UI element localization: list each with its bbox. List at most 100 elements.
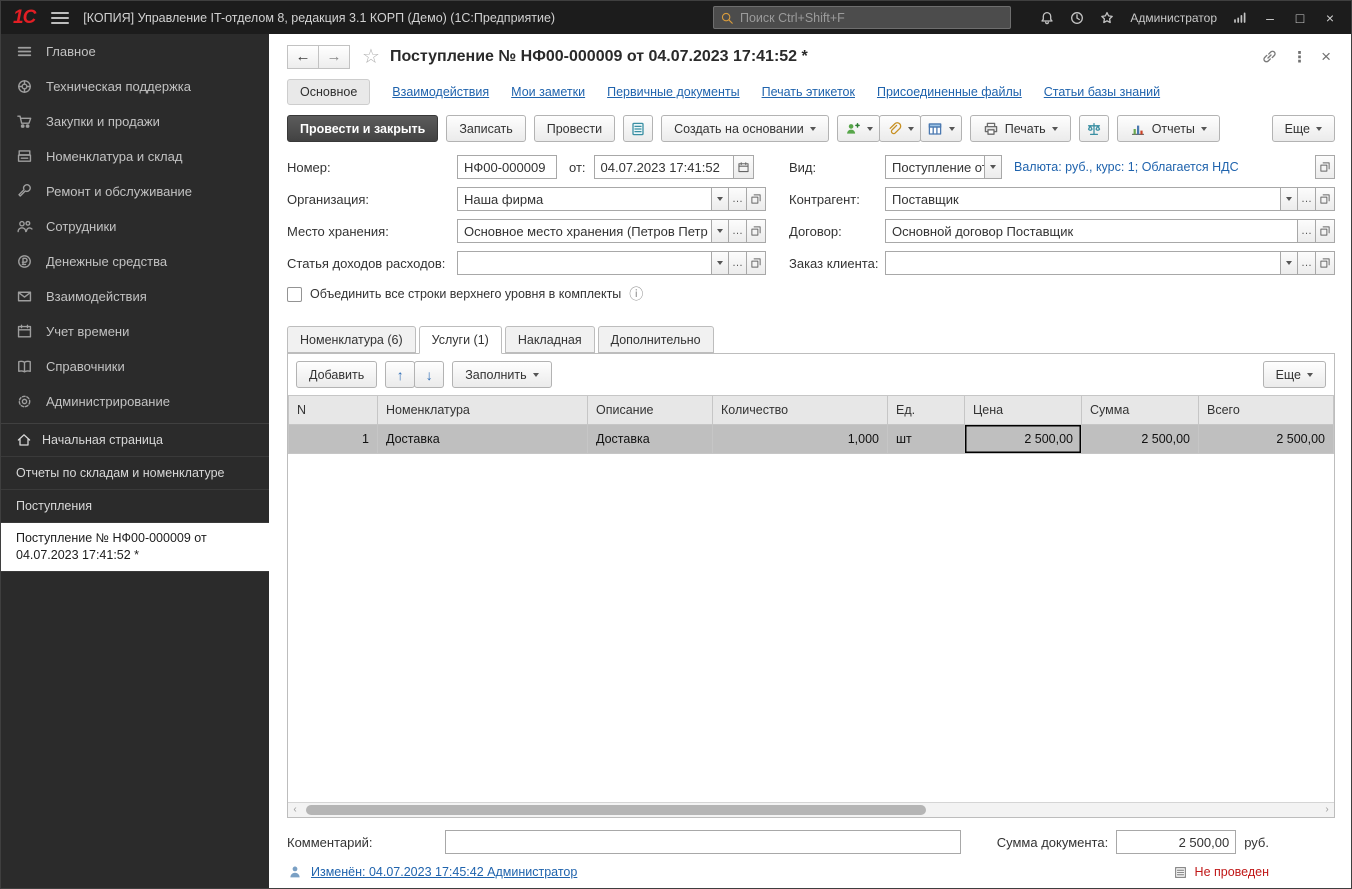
- sidebar-nav-warehouse-reports[interactable]: Отчеты по складам и номенклатуре: [1, 457, 269, 490]
- tab-invoice[interactable]: Накладная: [505, 326, 595, 353]
- cell-price-selected[interactable]: 2 500,00: [965, 425, 1082, 454]
- cell-quantity[interactable]: 1,000: [713, 425, 888, 454]
- income-item-ellipsis-button[interactable]: …: [728, 251, 747, 275]
- storage-open-button[interactable]: [746, 219, 766, 243]
- combine-rows-checkbox[interactable]: [287, 287, 302, 302]
- tab-nomenclature[interactable]: Номенклатура (6): [287, 326, 416, 353]
- modified-by-link[interactable]: Изменён: 04.07.2023 17:45:42 Администрат…: [311, 865, 577, 879]
- search-input[interactable]: [740, 11, 1004, 25]
- column-header-price[interactable]: Цена: [965, 396, 1082, 425]
- doc-nav-link-attached-files[interactable]: Присоединенные файлы: [877, 85, 1022, 99]
- info-icon[interactable]: ⓘ: [629, 284, 643, 304]
- add-row-button[interactable]: Добавить: [296, 361, 377, 388]
- fill-button[interactable]: Заполнить: [452, 361, 551, 388]
- counterparty-dropdown-button[interactable]: [1280, 187, 1298, 211]
- doc-nav-link-interactions[interactable]: Взаимодействия: [392, 85, 489, 99]
- sidebar-nav-receipts[interactable]: Поступления: [1, 490, 269, 523]
- related-reports-dropdown-button[interactable]: [920, 115, 962, 142]
- history-clock-icon[interactable]: [1062, 5, 1092, 31]
- counterparty-field[interactable]: Поставщик: [885, 187, 1281, 211]
- doc-nav-link-primary-docs[interactable]: Первичные документы: [607, 85, 739, 99]
- tab-services[interactable]: Услуги (1): [419, 326, 502, 354]
- organization-open-button[interactable]: [746, 187, 766, 211]
- global-search[interactable]: [713, 6, 1011, 29]
- cell-nomenclature[interactable]: Доставка: [378, 425, 588, 454]
- storage-field[interactable]: Основное место хранения (Петров Петр Пет: [457, 219, 712, 243]
- sidebar-item-time-tracking[interactable]: Учет времени: [1, 314, 269, 349]
- attachments-dropdown-button[interactable]: [879, 115, 921, 142]
- move-row-down-button[interactable]: ↓: [414, 361, 444, 388]
- sidebar-nav-current-document[interactable]: Поступление № НФ00-000009 от 04.07.2023 …: [1, 523, 269, 572]
- counterparty-open-button[interactable]: [1315, 187, 1335, 211]
- income-item-field[interactable]: [457, 251, 712, 275]
- sidebar-item-main[interactable]: Главное: [1, 34, 269, 69]
- column-header-total[interactable]: Всего: [1199, 396, 1334, 425]
- cell-sum[interactable]: 2 500,00: [1082, 425, 1199, 454]
- sidebar-item-purchases-sales[interactable]: Закупки и продажи: [1, 104, 269, 139]
- grid-more-button[interactable]: Еще: [1263, 361, 1326, 388]
- doc-nav-tab-main[interactable]: Основное: [287, 79, 370, 105]
- organization-field[interactable]: Наша фирма: [457, 187, 712, 211]
- customer-order-field[interactable]: [885, 251, 1281, 275]
- scroll-right-arrow[interactable]: ›: [1320, 803, 1334, 817]
- date-field[interactable]: 04.07.2023 17:41:52: [594, 155, 734, 179]
- column-header-sum[interactable]: Сумма: [1082, 396, 1199, 425]
- main-menu-icon[interactable]: [51, 12, 69, 24]
- reports-button[interactable]: Отчеты: [1117, 115, 1220, 142]
- sidebar-item-references[interactable]: Справочники: [1, 349, 269, 384]
- income-item-open-button[interactable]: [746, 251, 766, 275]
- create-based-on-button[interactable]: Создать на основании: [661, 115, 829, 142]
- tab-additional[interactable]: Дополнительно: [598, 326, 714, 353]
- currency-open-button[interactable]: [1315, 155, 1335, 179]
- sidebar-item-employees[interactable]: Сотрудники: [1, 209, 269, 244]
- doc-nav-link-labels-print[interactable]: Печать этикеток: [762, 85, 855, 99]
- minimize-button[interactable]: –: [1255, 5, 1285, 31]
- scales-button[interactable]: [1079, 115, 1109, 142]
- currency-settings-link[interactable]: Валюта: руб., курс: 1; Облагается НДС: [1014, 160, 1239, 174]
- number-field[interactable]: НФ00-000009: [457, 155, 557, 179]
- sidebar-item-administration[interactable]: Администрирование: [1, 384, 269, 419]
- cell-description[interactable]: Доставка: [588, 425, 713, 454]
- column-header-description[interactable]: Описание: [588, 396, 713, 425]
- storage-dropdown-button[interactable]: [711, 219, 729, 243]
- contract-open-button[interactable]: [1315, 219, 1335, 243]
- more-menu-icon[interactable]: ⋮: [1292, 48, 1307, 66]
- customer-order-open-button[interactable]: [1315, 251, 1335, 275]
- post-button[interactable]: Провести: [534, 115, 615, 142]
- scrollbar-thumb[interactable]: [306, 805, 926, 815]
- sidebar-item-interactions[interactable]: Взаимодействия: [1, 279, 269, 314]
- post-and-close-button[interactable]: Провести и закрыть: [287, 115, 438, 142]
- scroll-left-arrow[interactable]: ‹: [288, 803, 302, 817]
- column-header-unit[interactable]: Ед.: [888, 396, 965, 425]
- kind-field[interactable]: Поступление от: [885, 155, 985, 179]
- column-header-nomenclature[interactable]: Номенклатура: [378, 396, 588, 425]
- contract-ellipsis-button[interactable]: …: [1297, 219, 1316, 243]
- contacts-dropdown-button[interactable]: [837, 115, 880, 142]
- calendar-picker-button[interactable]: [733, 155, 754, 179]
- copy-link-icon[interactable]: [1261, 48, 1278, 65]
- sidebar-item-nomenclature-warehouse[interactable]: Номенклатура и склад: [1, 139, 269, 174]
- favorites-star-icon[interactable]: [1092, 5, 1122, 31]
- horizontal-scrollbar[interactable]: ‹ ›: [288, 802, 1334, 817]
- sidebar-nav-home[interactable]: Начальная страница: [1, 424, 269, 457]
- column-header-quantity[interactable]: Количество: [713, 396, 888, 425]
- maximize-button[interactable]: □: [1285, 5, 1315, 31]
- close-window-button[interactable]: ×: [1315, 5, 1345, 31]
- forward-button[interactable]: →: [318, 45, 350, 69]
- cell-unit[interactable]: шт: [888, 425, 965, 454]
- cell-total[interactable]: 2 500,00: [1199, 425, 1334, 454]
- column-header-n[interactable]: N: [289, 396, 378, 425]
- connection-quality-icon[interactable]: [1225, 5, 1255, 31]
- more-button[interactable]: Еще: [1272, 115, 1335, 142]
- current-user-label[interactable]: Администратор: [1130, 11, 1217, 25]
- table-row[interactable]: 1 Доставка Доставка 1,000 шт 2 500,00 2 …: [289, 425, 1334, 454]
- print-button[interactable]: Печать: [970, 115, 1071, 142]
- doc-nav-link-notes[interactable]: Мои заметки: [511, 85, 585, 99]
- close-tab-icon[interactable]: ×: [1321, 47, 1331, 67]
- cell-n[interactable]: 1: [289, 425, 378, 454]
- organization-dropdown-button[interactable]: [711, 187, 729, 211]
- document-journal-button[interactable]: [623, 115, 653, 142]
- sidebar-item-money[interactable]: Денежные средства: [1, 244, 269, 279]
- save-button[interactable]: Записать: [446, 115, 525, 142]
- back-button[interactable]: ←: [287, 45, 319, 69]
